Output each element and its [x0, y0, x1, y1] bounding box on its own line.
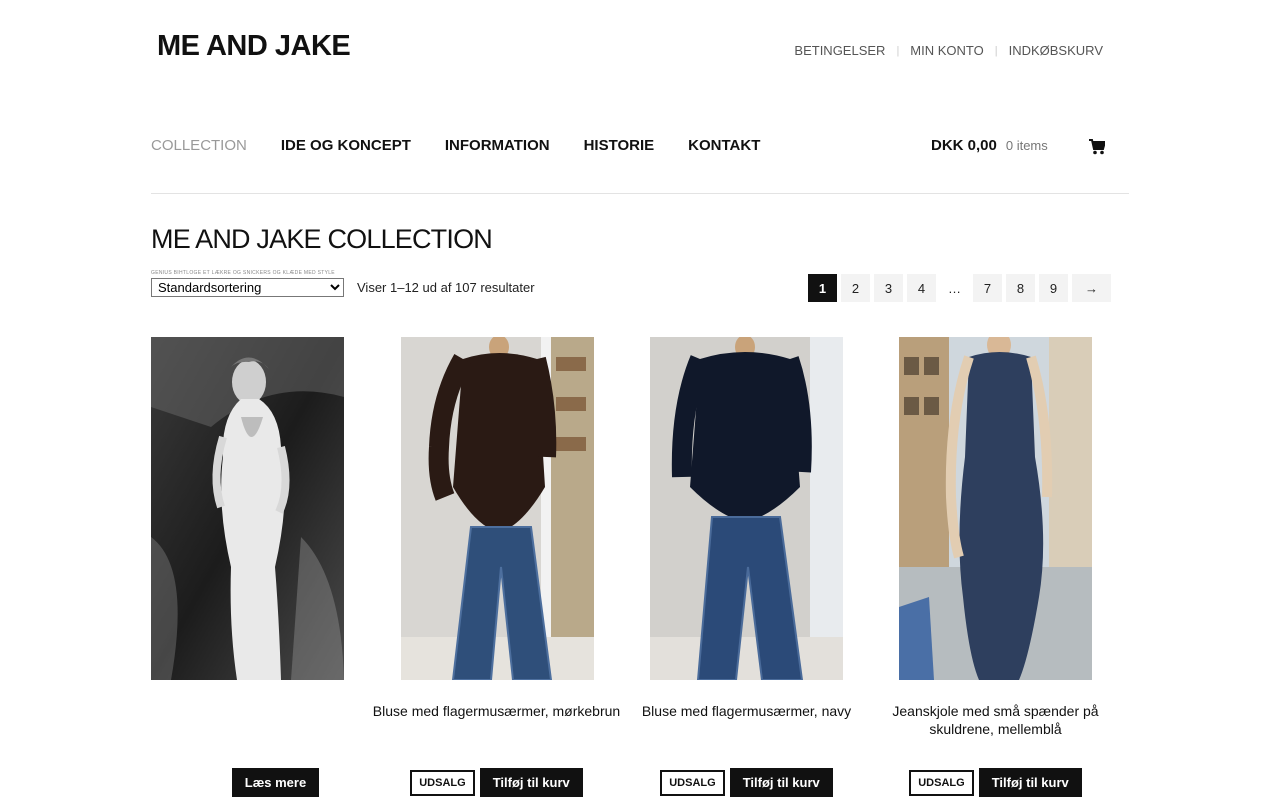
mini-cart[interactable]: DKK 0,00 0 items	[931, 137, 1048, 154]
top-nav-betingelser[interactable]: BETINGELSER	[794, 43, 885, 58]
product-name[interactable]: Jeanskjole med små spænder på skuldrene,…	[871, 702, 1120, 738]
read-more-button[interactable]: Læs mere	[231, 768, 320, 797]
sale-badge: UDSALG	[410, 769, 475, 796]
product-card: Bluse med flagermusærmer, mørkebrun UDSA…	[372, 337, 621, 797]
product-image[interactable]	[401, 337, 594, 680]
page-7[interactable]: 7	[973, 274, 1002, 302]
product-card: Bluse med flagermusærmer, navy UDSALG Ti…	[622, 337, 871, 797]
nav-kontakt[interactable]: KONTAKT	[688, 137, 760, 154]
product-actions: UDSALG Tilføj til kurv	[622, 768, 871, 797]
page-next-arrow[interactable]: →	[1072, 274, 1111, 302]
shopping-cart-icon[interactable]	[1089, 139, 1105, 155]
product-actions: UDSALG Tilføj til kurv	[871, 768, 1120, 797]
page-2[interactable]: 2	[841, 274, 870, 302]
main-nav: COLLECTION IDE OG KONCEPT INFORMATION HI…	[151, 137, 794, 154]
product-card: Læs mere	[151, 337, 400, 797]
add-to-cart-button[interactable]: Tilføj til kurv	[729, 768, 833, 797]
separator: |	[896, 44, 900, 57]
product-actions: UDSALG Tilføj til kurv	[372, 768, 621, 797]
sale-badge: UDSALG	[660, 769, 725, 796]
product-image[interactable]	[650, 337, 843, 680]
top-nav-min-konto[interactable]: MIN KONTO	[910, 43, 983, 58]
product-actions: Læs mere	[151, 768, 400, 797]
page-4[interactable]: 4	[907, 274, 936, 302]
product-image[interactable]	[151, 337, 344, 680]
page-9[interactable]: 9	[1039, 274, 1068, 302]
add-to-cart-button[interactable]: Tilføj til kurv	[978, 768, 1082, 797]
tiny-note: GENIUS BIHTLOGE ET LÆKRE OG SNICKERS OG …	[151, 270, 335, 276]
cart-total: DKK 0,00	[931, 137, 997, 154]
nav-collection[interactable]: COLLECTION	[151, 137, 247, 154]
header-divider	[151, 193, 1129, 194]
page-8[interactable]: 8	[1006, 274, 1035, 302]
nav-information[interactable]: INFORMATION	[445, 137, 550, 154]
page-ellipsis: …	[948, 280, 961, 296]
pagination: 1 2 3 4 … 7 8 9 →	[808, 274, 1115, 302]
product-image[interactable]	[899, 337, 1092, 680]
cart-item-count: 0 items	[1005, 138, 1048, 153]
top-nav: BETINGELSER | MIN KONTO | INDKØBSKURV	[794, 43, 1103, 58]
top-nav-indkobskurv[interactable]: INDKØBSKURV	[1009, 43, 1103, 58]
add-to-cart-button[interactable]: Tilføj til kurv	[479, 768, 583, 797]
product-name[interactable]: Bluse med flagermusærmer, mørkebrun	[372, 702, 621, 720]
page-3[interactable]: 3	[874, 274, 903, 302]
product-card: Jeanskjole med små spænder på skuldrene,…	[871, 337, 1120, 797]
site-logo[interactable]: ME AND JAKE	[157, 30, 351, 63]
separator: |	[994, 44, 998, 57]
nav-ide-og-koncept[interactable]: IDE OG KONCEPT	[281, 137, 411, 154]
product-name[interactable]: Bluse med flagermusærmer, navy	[622, 702, 871, 720]
page-1: 1	[808, 274, 837, 302]
nav-historie[interactable]: HISTORIE	[584, 137, 655, 154]
sort-select[interactable]: Standardsortering	[151, 278, 344, 297]
result-count: Viser 1–12 ud af 107 resultater	[357, 280, 535, 295]
page-title: ME AND JAKE COLLECTION	[151, 224, 493, 254]
sale-badge: UDSALG	[909, 769, 974, 796]
